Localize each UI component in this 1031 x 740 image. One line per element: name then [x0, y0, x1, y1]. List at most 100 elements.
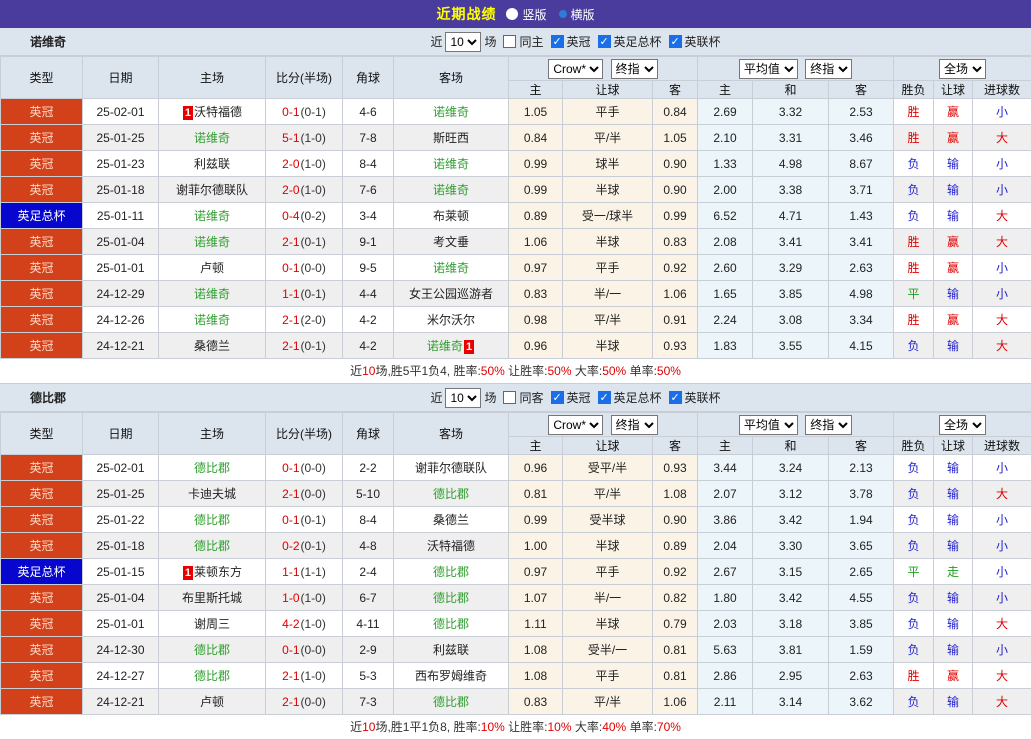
home-team-cell[interactable]: 卢顿	[159, 255, 266, 281]
eflcup-checkbox[interactable]	[669, 391, 682, 404]
home-team-cell[interactable]: 利兹联	[159, 151, 266, 177]
result-wdl: 平	[894, 281, 934, 307]
facup-checkbox[interactable]	[598, 35, 611, 48]
away-team-cell[interactable]: 诺维奇	[394, 151, 509, 177]
away-team-cell[interactable]: 西布罗姆维奇	[394, 663, 509, 689]
asia-home-odds: 1.00	[509, 533, 563, 559]
home-team-cell[interactable]: 德比郡	[159, 637, 266, 663]
eflcup-checkbox[interactable]	[669, 35, 682, 48]
asia-away-odds: 0.90	[653, 151, 698, 177]
team-name-text: 德比郡	[194, 643, 230, 657]
col-header-date: 日期	[83, 413, 159, 455]
result-handicap: 赢	[934, 663, 973, 689]
summary-segment: 50%	[548, 364, 572, 378]
home-team-cell[interactable]: 德比郡	[159, 455, 266, 481]
result-wdl: 平	[894, 559, 934, 585]
home-team-cell[interactable]: 德比郡	[159, 533, 266, 559]
result-scope-select[interactable]: 全场	[939, 59, 986, 79]
match-score-cell: 1-1(0-1)	[266, 281, 343, 307]
home-team-cell[interactable]: 桑德兰	[159, 333, 266, 359]
match-count-select[interactable]: 10	[445, 32, 481, 52]
away-team-cell[interactable]: 考文垂	[394, 229, 509, 255]
facup-checkbox[interactable]	[598, 391, 611, 404]
home-team-cell[interactable]: 卢顿	[159, 689, 266, 715]
team-name-text: 布里斯托城	[182, 591, 242, 605]
asia-stage-select[interactable]: 终指	[611, 415, 658, 435]
team-name-text: 德比郡	[433, 565, 469, 579]
home-team-cell[interactable]: 诺维奇	[159, 229, 266, 255]
home-team-cell[interactable]: 德比郡	[159, 507, 266, 533]
corner-score: 5-3	[343, 663, 394, 689]
home-team-cell[interactable]: 诺维奇	[159, 203, 266, 229]
halftime-score: (1-0)	[301, 157, 326, 171]
result-wdl: 负	[894, 611, 934, 637]
away-team-cell[interactable]: 德比郡	[394, 611, 509, 637]
asia-away-odds: 0.93	[653, 455, 698, 481]
fulltime-score: 2-0	[282, 183, 299, 197]
result-handicap: 输	[934, 333, 973, 359]
euro-stage-select[interactable]: 终指	[805, 59, 852, 79]
summary-segment: 让胜率:	[505, 720, 548, 734]
horizontal-layout-option[interactable]: 横版	[559, 6, 595, 23]
summary-segment: 单率:	[626, 364, 657, 378]
away-team-cell[interactable]: 诺维奇	[394, 255, 509, 281]
asia-company-select[interactable]: Crow*	[548, 415, 603, 435]
league-checkbox[interactable]	[551, 391, 564, 404]
away-team-cell[interactable]: 斯旺西	[394, 125, 509, 151]
home-team-cell[interactable]: 卡迪夫城	[159, 481, 266, 507]
result-wdl: 负	[894, 533, 934, 559]
summary-segment: 场,胜1平1负8, 胜率:	[375, 720, 480, 734]
asia-stage-select[interactable]: 终指	[611, 59, 658, 79]
asia-handicap-line: 半球	[563, 333, 653, 359]
away-team-cell[interactable]: 布莱顿	[394, 203, 509, 229]
away-team-cell[interactable]: 诺维奇	[394, 177, 509, 203]
euro-company-select[interactable]: 平均值	[739, 59, 798, 79]
home-team-cell[interactable]: 诺维奇	[159, 281, 266, 307]
away-team-cell[interactable]: 利兹联	[394, 637, 509, 663]
result-goals: 大	[973, 307, 1031, 333]
away-team-cell[interactable]: 桑德兰	[394, 507, 509, 533]
subheader-result-goals: 进球数	[973, 437, 1031, 455]
radio-checked-icon[interactable]	[559, 10, 567, 18]
home-team-cell[interactable]: 布里斯托城	[159, 585, 266, 611]
home-team-cell[interactable]: 1沃特福德	[159, 99, 266, 125]
asia-away-odds: 0.99	[653, 203, 698, 229]
asia-away-odds: 1.05	[653, 125, 698, 151]
summary-segment: 10%	[481, 720, 505, 734]
asia-home-odds: 0.99	[509, 177, 563, 203]
home-team-cell[interactable]: 1莱顿东方	[159, 559, 266, 585]
euro-draw-odds: 3.12	[753, 481, 829, 507]
col-header-away: 客场	[394, 57, 509, 99]
away-team-cell[interactable]: 女王公园巡游者	[394, 281, 509, 307]
away-team-cell[interactable]: 德比郡	[394, 559, 509, 585]
corner-score: 7-3	[343, 689, 394, 715]
same-venue-checkbox[interactable]	[503, 35, 516, 48]
euro-stage-select[interactable]: 终指	[805, 415, 852, 435]
col-header-type: 类型	[1, 57, 83, 99]
away-team-cell[interactable]: 德比郡	[394, 481, 509, 507]
subheader-result-wdl: 胜负	[894, 81, 934, 99]
radio-unchecked-icon[interactable]	[506, 8, 518, 20]
home-team-cell[interactable]: 德比郡	[159, 663, 266, 689]
home-team-cell[interactable]: 谢菲尔德联队	[159, 177, 266, 203]
fulltime-score: 2-1	[282, 339, 299, 353]
vertical-layout-option[interactable]: 竖版	[506, 6, 546, 23]
filter-bar: 近 10 场 同主 英冠 英足总杯 英联杯	[430, 32, 720, 52]
away-team-cell[interactable]: 诺维奇	[394, 99, 509, 125]
away-team-cell[interactable]: 沃特福德	[394, 533, 509, 559]
league-checkbox[interactable]	[551, 35, 564, 48]
away-team-cell[interactable]: 诺维奇1	[394, 333, 509, 359]
same-venue-checkbox[interactable]	[503, 391, 516, 404]
asia-company-select[interactable]: Crow*	[548, 59, 603, 79]
result-scope-select[interactable]: 全场	[939, 415, 986, 435]
away-team-cell[interactable]: 德比郡	[394, 689, 509, 715]
home-team-cell[interactable]: 诺维奇	[159, 307, 266, 333]
match-count-select[interactable]: 10	[445, 388, 481, 408]
home-team-cell[interactable]: 谢周三	[159, 611, 266, 637]
away-team-cell[interactable]: 德比郡	[394, 585, 509, 611]
away-team-cell[interactable]: 谢菲尔德联队	[394, 455, 509, 481]
euro-company-select[interactable]: 平均值	[739, 415, 798, 435]
match-date: 25-01-25	[83, 125, 159, 151]
away-team-cell[interactable]: 米尔沃尔	[394, 307, 509, 333]
home-team-cell[interactable]: 诺维奇	[159, 125, 266, 151]
